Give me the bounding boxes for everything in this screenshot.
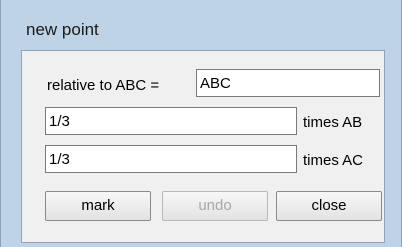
close-button[interactable]: close	[276, 191, 382, 221]
undo-button: undo	[162, 191, 268, 221]
dialog-window: new point relative to ABC = times AB tim…	[0, 0, 402, 247]
mark-button[interactable]: mark	[45, 191, 151, 221]
window-title: new point	[26, 20, 99, 39]
times-ac-input[interactable]	[45, 145, 297, 173]
times-ab-input[interactable]	[45, 107, 297, 135]
times-ab-label: times AB	[303, 114, 363, 131]
title-bar[interactable]: new point	[2, 0, 400, 48]
times-ac-label: times AC	[303, 152, 364, 169]
relative-to-label: relative to ABC =	[47, 77, 160, 94]
dialog-content: relative to ABC = times AB times AC mark…	[21, 50, 385, 243]
relative-to-input[interactable]	[196, 69, 380, 97]
